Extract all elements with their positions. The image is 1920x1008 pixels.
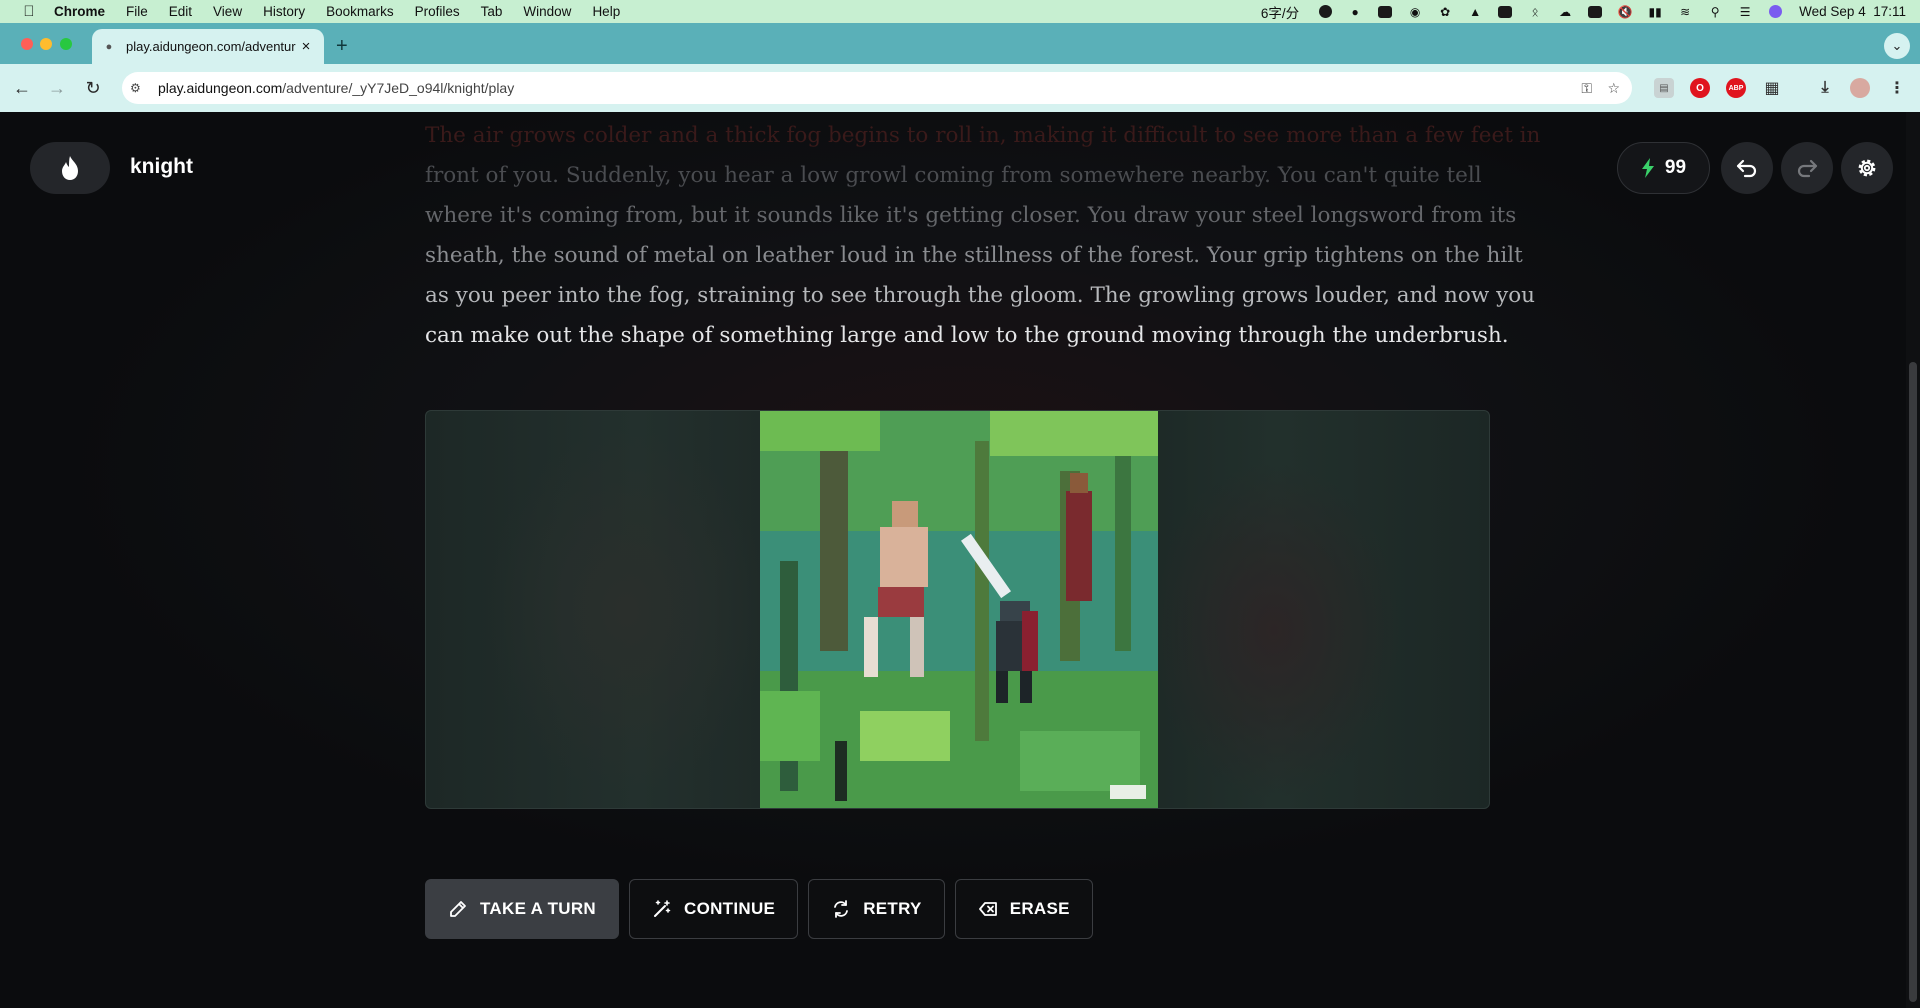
- retry-icon: [834, 900, 849, 918]
- menu-bookmarks[interactable]: Bookmarks: [326, 4, 394, 19]
- erase-button[interactable]: ERASE: [954, 879, 1093, 939]
- macos-menubar:  Chrome File Edit View History Bookmark…: [0, 0, 1920, 23]
- bookmark-star-icon[interactable]: ☆: [1607, 80, 1620, 97]
- download-icon[interactable]: ⤓: [1815, 78, 1835, 98]
- settings-button[interactable]: [1841, 142, 1893, 194]
- gear-icon: [1858, 159, 1876, 177]
- energy-value: 99: [1664, 157, 1687, 178]
- reader-extension-icon[interactable]: ▤: [1654, 78, 1674, 98]
- story-line: as you peer into the fog, straining to s…: [425, 283, 1536, 308]
- adventure-title: knight: [130, 155, 193, 178]
- reload-icon[interactable]: ↻: [81, 76, 105, 100]
- home-logo-button[interactable]: [30, 142, 110, 194]
- take-a-turn-label: TAKE A TURN: [480, 899, 596, 918]
- tab-close-icon[interactable]: ×: [298, 38, 314, 55]
- menu-history[interactable]: History: [263, 4, 305, 19]
- siri-icon[interactable]: [1767, 5, 1783, 19]
- extensions-puzzle-icon[interactable]: ▦: [1762, 78, 1782, 98]
- story-line: can make out the shape of something larg…: [425, 323, 1509, 348]
- erase-label: ERASE: [1009, 899, 1070, 918]
- energy-counter[interactable]: 99: [1617, 142, 1710, 194]
- chrome-menu-icon[interactable]: ⋮: [1887, 78, 1907, 98]
- forward-arrow-icon[interactable]: →: [45, 76, 69, 100]
- back-arrow-icon[interactable]: ←: [10, 76, 34, 100]
- undo-icon: [1736, 159, 1757, 178]
- redo-button[interactable]: [1781, 142, 1833, 194]
- openai-icon[interactable]: ✿: [1437, 5, 1453, 19]
- input-method-icon[interactable]: [1377, 5, 1393, 19]
- page-scrollbar[interactable]: [1906, 112, 1920, 1008]
- new-tab-button[interactable]: +: [336, 35, 348, 58]
- profile-avatar[interactable]: [1850, 78, 1870, 98]
- url-path: /adventure/_yY7JeD_o94l/knight/play: [282, 80, 515, 96]
- site-info-icon[interactable]: ⚙: [130, 81, 146, 95]
- adblock-extension-icon[interactable]: ABP: [1726, 78, 1746, 98]
- menu-window[interactable]: Window: [523, 4, 571, 19]
- menu-profiles[interactable]: Profiles: [415, 4, 460, 19]
- cloud-sync-icon[interactable]: ☁: [1557, 5, 1573, 19]
- menu-app-chrome[interactable]: Chrome: [54, 4, 105, 19]
- adventure-header: knight 99: [0, 112, 1920, 222]
- tab-search-chevron-icon[interactable]: ⌄: [1884, 33, 1910, 59]
- menu-view[interactable]: View: [213, 4, 242, 19]
- window-zoom-button[interactable]: [60, 38, 72, 50]
- menubar-status-area: 6字/分 ● ◉ ✿ ▲ ᛟ ☁ 🔇 ▮▮ ≋ ⚲ ☰ Wed Sep 4 17…: [1261, 0, 1906, 23]
- control-center-icon[interactable]: ☰: [1737, 5, 1753, 19]
- password-key-icon[interactable]: ⚿: [1581, 80, 1592, 97]
- apple-menu-icon[interactable]: : [20, 3, 38, 20]
- undo-button[interactable]: [1721, 142, 1773, 194]
- s2-app-icon[interactable]: [1587, 5, 1603, 19]
- browser-toolbar: ← → ↻ ⚙ play.aidungeon.com/adventure/_yY…: [0, 64, 1920, 112]
- illustration-blur-left: [426, 411, 760, 808]
- continue-label: CONTINUE: [684, 899, 776, 918]
- tab-title: play.aidungeon.com/adventur: [126, 39, 296, 54]
- lightning-icon: [1641, 158, 1654, 178]
- story-illustration-card[interactable]: [425, 410, 1490, 809]
- browser-tab-strip: ● play.aidungeon.com/adventur × + ⌄: [0, 23, 1920, 64]
- tab-favicon-icon: ●: [105, 40, 113, 53]
- retry-label: RETRY: [863, 899, 922, 918]
- opera-extension-icon[interactable]: O: [1690, 78, 1710, 98]
- adblock-label: ABP: [1728, 84, 1744, 92]
- wechat-icon[interactable]: ◉: [1407, 5, 1423, 19]
- wifi-icon[interactable]: ≋: [1677, 5, 1693, 19]
- window-minimize-button[interactable]: [40, 38, 52, 50]
- flame-logo-icon: [62, 156, 78, 180]
- take-a-turn-button[interactable]: TAKE A TURN: [425, 879, 619, 939]
- illustration-blur-right: [1158, 411, 1489, 808]
- window-close-button[interactable]: [21, 38, 33, 50]
- spotlight-search-icon[interactable]: ⚲: [1707, 5, 1723, 19]
- action-bar: TAKE A TURN CONTINUE RETRY ERASE: [425, 879, 1093, 939]
- menu-file[interactable]: File: [126, 4, 148, 19]
- menu-tab[interactable]: Tab: [481, 4, 503, 19]
- face-status-icon[interactable]: [1317, 5, 1333, 19]
- address-bar[interactable]: ⚙ play.aidungeon.com/adventure/_yY7JeD_o…: [122, 72, 1632, 104]
- bluetooth-icon[interactable]: ᛟ: [1527, 5, 1543, 19]
- scrollbar-thumb[interactable]: [1909, 362, 1917, 1002]
- app-status-icon[interactable]: ▲: [1467, 5, 1483, 19]
- battery-icon[interactable]: ▮▮: [1647, 5, 1663, 19]
- menubar-clock[interactable]: Wed Sep 4 17:11: [1799, 4, 1906, 19]
- ime-speed-indicator[interactable]: 6字/分: [1261, 2, 1299, 22]
- menu-edit[interactable]: Edit: [169, 4, 192, 19]
- menubar-time: 17:11: [1873, 4, 1906, 19]
- microphone-icon[interactable]: ●: [1347, 5, 1363, 19]
- magic-wand-icon: [654, 900, 671, 917]
- menubar-date: Wed Sep 4: [1799, 4, 1866, 19]
- story-line: sheath, the sound of metal on leather lo…: [425, 243, 1523, 268]
- redo-icon: [1797, 159, 1818, 178]
- pencil-icon: [450, 901, 466, 917]
- mute-icon[interactable]: 🔇: [1617, 5, 1633, 19]
- backspace-icon: [978, 902, 997, 916]
- menu-help[interactable]: Help: [592, 4, 620, 19]
- browser-tab-active[interactable]: ● play.aidungeon.com/adventur ×: [92, 29, 324, 64]
- pixel-art-forest-illustration: [760, 411, 1158, 808]
- continue-button[interactable]: CONTINUE: [629, 879, 799, 939]
- retry-button[interactable]: RETRY: [808, 879, 945, 939]
- aidungeon-page: The air grows colder and a thick fog beg…: [0, 112, 1920, 1008]
- url-domain: play.aidungeon.com: [158, 80, 283, 96]
- s-app-icon[interactable]: [1497, 5, 1513, 19]
